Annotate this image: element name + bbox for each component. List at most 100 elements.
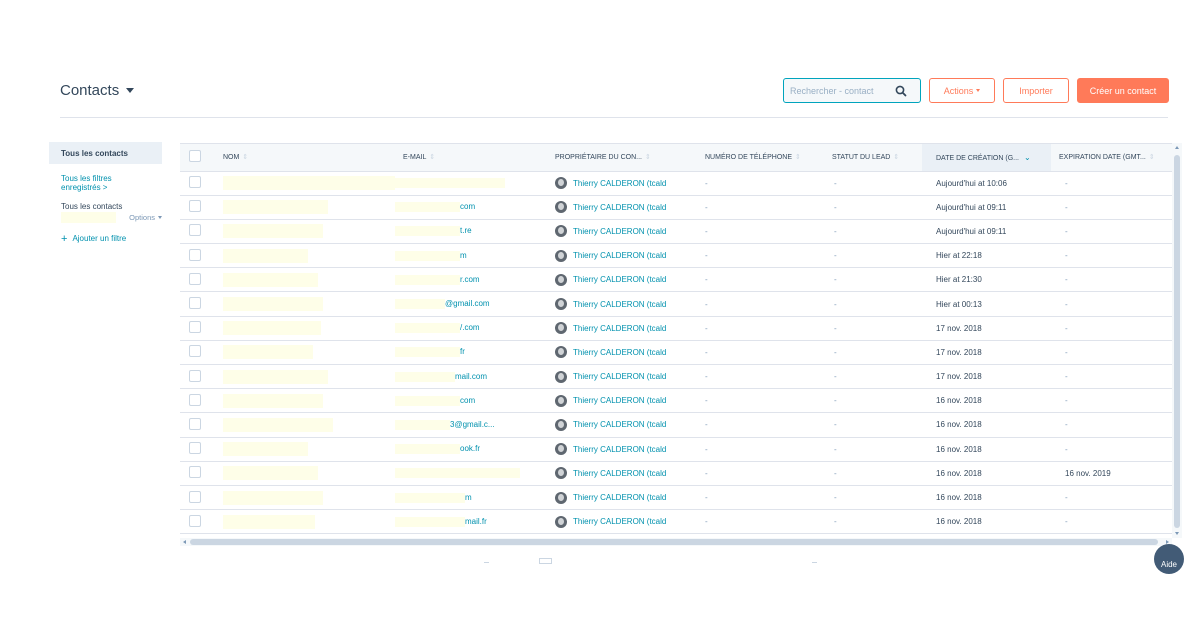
contact-email-cell[interactable]: 3@gmail.c... [395,412,547,438]
column-header-owner[interactable]: PROPRIÉTAIRE DU CON... ⇕ [547,144,697,172]
owner-link[interactable]: Thierry CALDERON (tcald [555,201,697,214]
row-checkbox[interactable] [189,466,201,479]
contact-name-cell[interactable] [215,461,395,486]
column-header-expiration[interactable]: EXPIRATION DATE (GMT... ⇕ [1051,144,1172,172]
contact-email-cell[interactable]: mail.fr [395,509,547,535]
pagination-next[interactable] [812,562,817,563]
table-row[interactable]: com Thierry CALDERON (tcald - -16 nov. 2018… [180,388,1172,414]
table-row[interactable]: t.re Thierry CALDERON (tcald - - Aujourd'hui… [180,219,1172,245]
row-checkbox[interactable] [189,176,201,189]
table-row[interactable]: Thierry CALDERON (tcald - - Aujourd'hui at … [180,171,1172,196]
table-row[interactable]: m Thierry CALDERON (tcald - - Hier at 22:18- [180,243,1172,269]
contact-name-cell[interactable] [215,171,395,196]
contact-email-cell[interactable]: com [395,195,547,220]
vertical-scrollbar[interactable] [1172,143,1182,538]
scroll-left-icon[interactable] [183,540,186,544]
contact-email-cell[interactable]: mail.com [395,364,547,390]
row-checkbox[interactable] [189,200,201,213]
email-link[interactable]: mail.fr [465,517,487,526]
column-header-phone[interactable]: NUMÉRO DE TÉLÉPHONE ⇕ [697,144,824,172]
search-box[interactable] [783,78,921,103]
contact-name-cell[interactable] [215,412,395,438]
row-checkbox[interactable] [189,514,201,527]
contact-email-cell[interactable]: r.com [395,267,547,293]
contact-email-cell[interactable] [395,171,547,196]
row-checkbox[interactable] [189,442,201,455]
owner-link[interactable]: Thierry CALDERON (tcald [555,418,697,431]
contact-name-cell[interactable] [215,437,395,462]
row-checkbox[interactable] [189,321,201,334]
contact-name-cell[interactable] [215,316,395,341]
email-link[interactable]: com [460,396,475,405]
email-link[interactable]: ook.fr [460,444,480,453]
table-row[interactable]: ook.fr Thierry CALDERON (tcald - -16 nov. 2… [180,437,1172,462]
page-title[interactable]: Contacts [60,82,135,99]
contact-name-cell[interactable] [215,388,395,414]
email-link[interactable]: 3@gmail.c... [450,420,495,429]
sidebar-item-saved-filters[interactable]: Tous les filtres enregistrés > [49,164,129,192]
add-filter-link[interactable]: + Ajouter un filtre [49,223,162,244]
table-row[interactable]: @gmail.com Thierry CALDERON (tcald - - Hier … [180,291,1172,317]
owner-link[interactable]: Thierry CALDERON (tcald [555,370,697,383]
email-link[interactable]: m [465,493,472,502]
owner-link[interactable]: Thierry CALDERON (tcald [555,177,697,190]
owner-link[interactable]: Thierry CALDERON (tcald [555,298,697,311]
email-link[interactable]: fr [460,348,465,357]
email-link[interactable]: m [460,251,467,260]
email-link[interactable]: t.re [460,227,472,236]
options-dropdown[interactable]: Options [129,213,162,222]
table-row[interactable]: mail.fr Thierry CALDERON (tcald - -16 nov. … [180,509,1172,535]
contact-name-cell[interactable] [215,485,395,511]
row-checkbox[interactable] [189,248,201,261]
actions-button[interactable]: Actions [929,78,995,103]
import-button[interactable]: Importer [1003,78,1069,103]
table-row[interactable]: mail.com Thierry CALDERON (tcald - -17 nov.… [180,364,1172,390]
email-link[interactable]: com [460,202,475,211]
owner-link[interactable]: Thierry CALDERON (tcald [555,394,697,407]
owner-link[interactable]: Thierry CALDERON (tcald [555,225,697,238]
contact-name-cell[interactable] [215,195,395,220]
owner-link[interactable]: Thierry CALDERON (tcald [555,322,697,335]
select-all-checkbox[interactable] [189,150,201,163]
search-input[interactable] [790,85,894,96]
column-header-name[interactable]: NOM ⇕ [215,144,395,172]
table-row[interactable]: /.com Thierry CALDERON (tcald - -17 nov. 20… [180,316,1172,341]
column-header-email[interactable]: E-MAIL ⇕ [395,144,547,172]
owner-link[interactable]: Thierry CALDERON (tcald [555,515,697,528]
table-row[interactable]: fr Thierry CALDERON (tcald - -17 nov. 2018- [180,340,1172,366]
vertical-scroll-thumb[interactable] [1174,155,1180,528]
scroll-down-icon[interactable] [1175,532,1179,535]
contact-email-cell[interactable]: /.com [395,316,547,341]
pagination-current-page[interactable] [539,558,552,564]
contact-name-cell[interactable] [215,340,395,366]
table-row[interactable]: com Thierry CALDERON (tcald - - Aujourd'hui … [180,195,1172,220]
table-row[interactable]: 3@gmail.c... Thierry CALDERON (tcald - -16 … [180,412,1172,438]
owner-link[interactable]: Thierry CALDERON (tcald [555,491,697,504]
row-checkbox[interactable] [189,369,201,382]
owner-link[interactable]: Thierry CALDERON (tcald [555,273,697,286]
contact-email-cell[interactable]: com [395,388,547,414]
help-button[interactable]: Aide [1154,544,1184,574]
table-row[interactable]: m Thierry CALDERON (tcald - -16 nov. 2018- [180,485,1172,511]
email-link[interactable]: mail.com [455,372,487,381]
row-checkbox[interactable] [189,490,201,503]
row-checkbox[interactable] [189,345,201,358]
email-link[interactable]: @gmail.com [445,299,490,308]
table-row[interactable]: r.com Thierry CALDERON (tcald - - Hier at 21… [180,267,1172,293]
horizontal-scrollbar[interactable] [180,538,1172,546]
row-checkbox[interactable] [189,272,201,285]
scroll-up-icon[interactable] [1175,146,1179,149]
column-header-lead-status[interactable]: STATUT DU LEAD ⇕ [824,144,922,172]
contact-name-cell[interactable] [215,291,395,317]
sidebar-current-view[interactable]: Tous les contacts [49,192,162,211]
contact-name-cell[interactable] [215,509,395,535]
search-icon[interactable] [894,84,908,98]
contact-email-cell[interactable]: t.re [395,219,547,245]
row-checkbox[interactable] [189,393,201,406]
contact-name-cell[interactable] [215,219,395,245]
table-row[interactable]: Thierry CALDERON (tcald - -16 nov. 2018 16 … [180,461,1172,486]
email-link[interactable]: /.com [460,323,480,332]
column-header-created-date[interactable]: DATE DE CRÉATION (G... ⌄ [922,144,1051,172]
contact-email-cell[interactable]: @gmail.com [395,291,547,317]
sidebar-item-all-contacts[interactable]: Tous les contacts [49,142,162,164]
